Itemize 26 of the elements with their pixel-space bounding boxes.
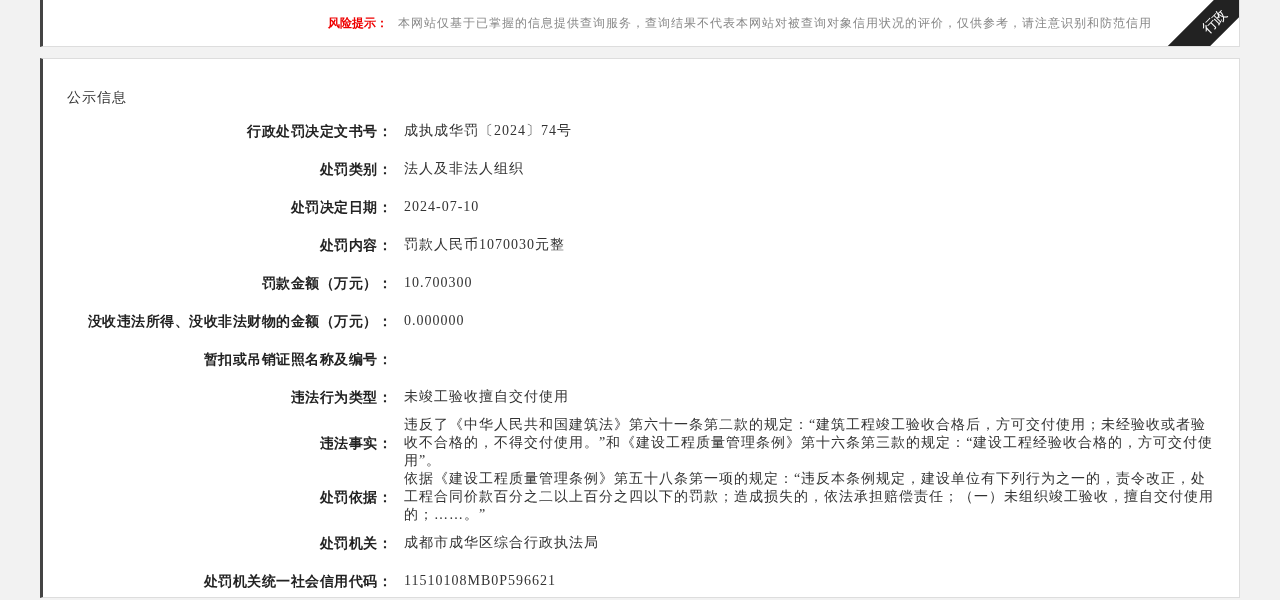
field-value: 未竣工验收擅自交付使用 <box>403 388 569 406</box>
field-value: 法人及非法人组织 <box>403 160 524 178</box>
field-label: 处罚机关统一社会信用代码： <box>202 572 393 591</box>
field-label: 处罚依据： <box>318 488 393 507</box>
section-title: 公示信息 <box>67 89 128 107</box>
field-label: 处罚决定日期： <box>289 198 393 217</box>
field-value: 成都市成华区综合行政执法局 <box>403 534 599 552</box>
field-label: 违法行为类型： <box>289 388 393 407</box>
risk-label: 风险提示： <box>328 15 388 32</box>
field-label: 暂扣或吊销证照名称及编号： <box>202 350 393 369</box>
field-value: 0.000000 <box>403 312 465 330</box>
field-value: 10.700300 <box>403 274 473 292</box>
field-label: 违法事实： <box>318 434 393 453</box>
field-label: 处罚内容： <box>318 236 393 255</box>
field-value: 11510108MB0P596621 <box>403 572 557 590</box>
field-label: 没收违法所得、没收非法财物的金额（万元）： <box>86 312 393 331</box>
field-label: 处罚机关： <box>318 534 393 553</box>
risk-notice-text: 本网站仅基于已掌握的信息提供查询服务，查询结果不代表本网站对被查询对象信用状况的评价，仅供参考，请注意识别和防范信用 <box>398 15 1152 32</box>
field-label: 处罚类别： <box>318 160 393 179</box>
field-label: 行政处罚决定文书号： <box>246 122 393 141</box>
field-value: 成执成华罚〔2024〕74号 <box>403 122 572 140</box>
field-value: 罚款人民币1070030元整 <box>403 236 565 254</box>
field-label: 罚款金额（万元）： <box>260 274 393 293</box>
field-value: 依据《建设工程质量管理条例》第五十八条第一项的规定：“违反本条例规定，建设单位有下列行为之一的，责令改正，处工程合同价款百分之二以上百分之四以下的罚款；造成损失的，依法承担赔偿责任；（一）未组织竣工验收，擅自交付使用的；……。” <box>403 470 1215 524</box>
field-value: 违反了《中华人民共和国建筑法》第六十一条第二款的规定：“建筑工程竣工验收合格后，方可交付使用；未经验收或者验收不合格的，不得交付使用。”和《建设工程质量管理条例》第十六条第三款的规定：“建设工程经验收合格的，方可交付使用”。 <box>403 416 1215 470</box>
field-value: 2024-07-10 <box>403 198 480 216</box>
